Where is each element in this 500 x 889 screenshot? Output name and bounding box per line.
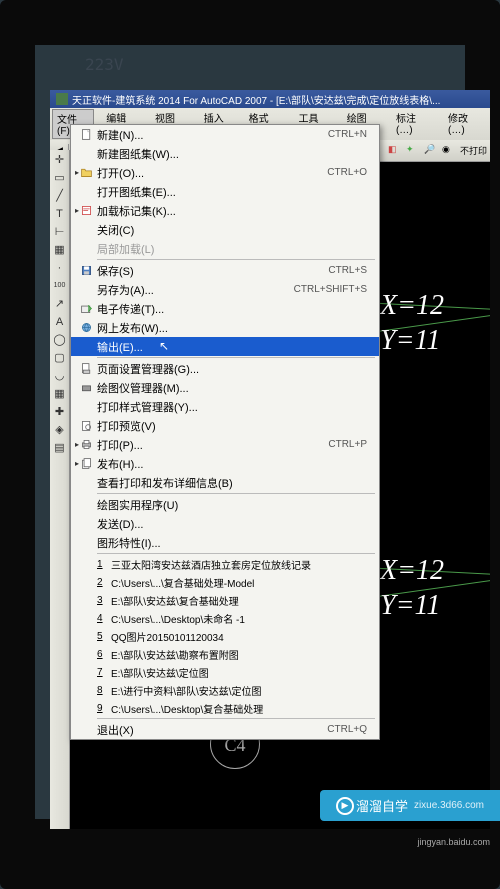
submenu-arrow-icon: ▸ (75, 459, 79, 468)
menu-item-new[interactable]: 新建(N)... CTRL+N (71, 125, 379, 144)
window-title: 天正软件-建筑系统 2014 For AutoCAD 2007 - [E:\部队… (72, 92, 440, 107)
left-toolbar: ✛ ▭ ╱ T ⊢ ▦ · 100 ↗ A ◯ ▢ ◡ ▦ ✚ ◈ ▤ (50, 150, 70, 829)
brand-domain: zixue.3d66.com (414, 800, 484, 811)
coord-y-label: Y=11 (380, 325, 440, 357)
brand-name: 溜溜自学 (356, 796, 408, 815)
menu-item-page-setup[interactable]: 页面设置管理器(G)... (71, 359, 379, 378)
menu-item-close[interactable]: 关闭(C) (71, 220, 379, 239)
menu-item-plot[interactable]: ▸ 打印(P)... CTRL+P (71, 435, 379, 454)
save-icon (75, 264, 97, 277)
application-window: 天正软件-建筑系统 2014 For AutoCAD 2007 - [E:\部队… (50, 90, 490, 829)
tool-misc2-icon[interactable]: ◈ (52, 422, 68, 438)
menu-item-plot-style-mgr[interactable]: 打印样式管理器(Y)... (71, 397, 379, 416)
recent-file-item[interactable]: 3 E:\部队\安达兹\复合基础处理 (71, 591, 379, 609)
menu-item-plot-preview[interactable]: 打印预览(V) (71, 416, 379, 435)
menu-item-open-sheetset[interactable]: 打开图纸集(E)... (71, 182, 379, 201)
tool-crosshair-icon[interactable]: ✛ (52, 152, 68, 168)
tool-a-icon[interactable]: A (52, 314, 68, 330)
branding-watermark: ▶ 溜溜自学 zixue.3d66.com (320, 790, 500, 821)
menu-item-saveas[interactable]: 另存为(A)... CTRL+SHIFT+S (71, 280, 379, 299)
menu-item-view-plot-info[interactable]: 查看打印和发布详细信息(B) (71, 473, 379, 492)
tool-table-icon[interactable]: ▦ (52, 386, 68, 402)
new-file-icon (75, 128, 97, 141)
menu-item-drawing-utils[interactable]: 绘图实用程序(U) (71, 495, 379, 514)
tool-rect-icon[interactable]: ▭ (52, 170, 68, 186)
tool-scale-icon[interactable]: 100 (52, 278, 68, 294)
tool-text-icon[interactable]: T (52, 206, 68, 222)
app-icon (56, 93, 68, 105)
coord-x-label-2: X=12 (380, 555, 444, 587)
menu-separator (97, 357, 375, 358)
menu-separator (97, 259, 375, 260)
menu-separator (97, 493, 375, 494)
source-footer: jingyan.baidu.com (417, 837, 490, 847)
play-icon: ▶ (336, 797, 354, 815)
file-dropdown-menu: 新建(N)... CTRL+N 新建图纸集(W)... ▸ 打开(O)... C… (70, 124, 380, 740)
menu-item-open[interactable]: ▸ 打开(O)... CTRL+O (71, 163, 379, 182)
submenu-arrow-icon: ▸ (75, 206, 79, 215)
menu-item-export[interactable]: 输出(E)... ↖ (71, 337, 379, 356)
menu-dimension[interactable]: 标注(…) (392, 109, 436, 139)
menu-item-send[interactable]: 发送(D)... (71, 514, 379, 533)
menu-modify[interactable]: 修改(…) (444, 109, 488, 139)
coord-y-label-2: Y=11 (380, 590, 440, 622)
menu-item-load-markup[interactable]: ▸ 加载标记集(K)... (71, 201, 379, 220)
tool-hatch-icon[interactable]: ▦ (52, 242, 68, 258)
recent-file-item[interactable]: 9 C:\Users\...\Desktop\复合基础处理 (71, 699, 379, 717)
recent-file-item[interactable]: 5 QQ图片20150101120034 (71, 627, 379, 645)
page-setup-icon (75, 362, 97, 375)
tool-arrow-icon[interactable]: ↗ (52, 296, 68, 312)
plotter-icon (75, 381, 97, 394)
recent-file-item[interactable]: 1 三亚太阳湾安达兹酒店独立套房定位放线记录 (71, 555, 379, 573)
preview-icon (75, 419, 97, 432)
tool-misc-icon[interactable]: ✚ (52, 404, 68, 420)
recent-file-item[interactable]: 6 E:\部队\安达兹\勘察布置附图 (71, 645, 379, 663)
menu-item-drawing-props[interactable]: 图形特性(I)... (71, 533, 379, 552)
tool-point-icon[interactable]: · (52, 260, 68, 276)
titlebar: 天正软件-建筑系统 2014 For AutoCAD 2007 - [E:\部队… (50, 90, 490, 108)
menu-separator (97, 718, 375, 719)
menu-item-new-sheetset[interactable]: 新建图纸集(W)... (71, 144, 379, 163)
menu-item-save[interactable]: 保存(S) CTRL+S (71, 261, 379, 280)
menu-item-partial-load: 局部加载(L) (71, 239, 379, 258)
menu-item-publish-web[interactable]: 网上发布(W)... (71, 318, 379, 337)
menu-item-plotter-mgr[interactable]: 绘图仪管理器(M)... (71, 378, 379, 397)
menu-item-publish[interactable]: ▸ 发布(H)... (71, 454, 379, 473)
menu-item-etransmit[interactable]: 电子传递(T)... (71, 299, 379, 318)
coord-x-label: X=12 (380, 290, 444, 322)
menu-separator (97, 553, 375, 554)
tool-rect2-icon[interactable]: ▢ (52, 350, 68, 366)
tool-line-icon[interactable]: ╱ (52, 188, 68, 204)
tool-misc3-icon[interactable]: ▤ (52, 440, 68, 456)
globe-icon (75, 321, 97, 334)
submenu-arrow-icon: ▸ (75, 440, 79, 449)
submenu-arrow-icon: ▸ (75, 168, 79, 177)
menu-item-exit[interactable]: 退出(X) CTRL+Q (71, 720, 379, 739)
recent-file-item[interactable]: 4 C:\Users\...\Desktop\未命名 -1 (71, 609, 379, 627)
recent-file-item[interactable]: 2 C:\Users\...\复合基础处理-Model (71, 573, 379, 591)
recent-files-list: 1 三亚太阳湾安达兹酒店独立套房定位放线记录2 C:\Users\...\复合基… (71, 555, 379, 717)
recent-file-item[interactable]: 8 E:\进行中资料\部队\安达兹\定位图 (71, 681, 379, 699)
tool-dim-icon[interactable]: ⊢ (52, 224, 68, 240)
tool-arc-icon[interactable]: ◡ (52, 368, 68, 384)
recent-file-item[interactable]: 7 E:\部队\安达兹\定位图 (71, 663, 379, 681)
tool-circle-icon[interactable]: ◯ (52, 332, 68, 348)
etransmit-icon (75, 302, 97, 315)
